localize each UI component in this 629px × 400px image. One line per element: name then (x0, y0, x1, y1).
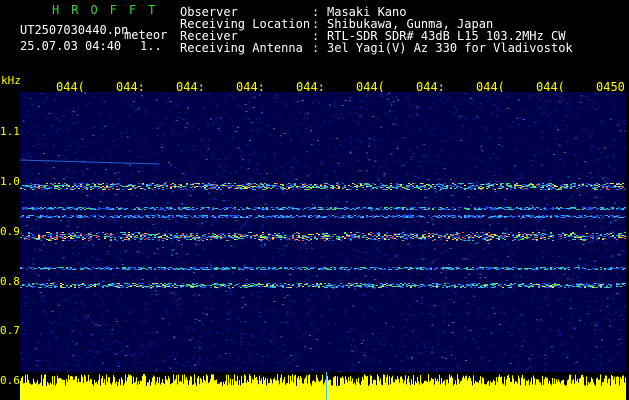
info-value-antenna: 3el Yagi(V) Az 330 for Vladivostok (327, 41, 573, 55)
info-colon: : (312, 41, 320, 55)
spectrogram-plot (20, 92, 626, 372)
meteor-count: 1.. (140, 39, 162, 53)
spectrogram-canvas (20, 92, 626, 372)
y-axis-unit: kHz (1, 74, 21, 87)
datetime: 25.07.03 04:40 (20, 39, 122, 53)
signal-level-bars (20, 372, 626, 400)
hrofft-window: HROFFT UT2507030440.pn meteor 25.07.03 0… (0, 0, 629, 400)
app-title: HROFFT (52, 3, 168, 17)
y-tick-label: 0.6 (0, 374, 20, 387)
y-tick-label: 0.8 (0, 275, 20, 288)
info-label-antenna: Receiving Antenna (180, 41, 303, 55)
y-tick-label: 1.0 (0, 175, 20, 188)
y-tick-label: 1.1 (0, 125, 20, 138)
y-tick-label: 0.7 (0, 324, 20, 337)
signal-level-strip (20, 372, 626, 400)
y-tick-label: 0.9 (0, 225, 20, 238)
filename: UT2507030440.pn (20, 23, 129, 37)
